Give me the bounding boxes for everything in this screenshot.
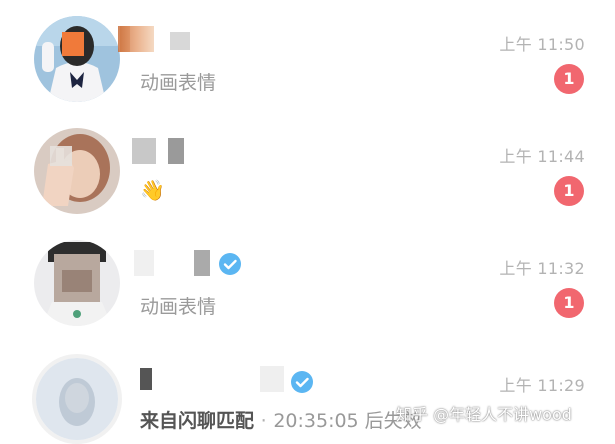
message-time: 上午 11:44 (499, 147, 585, 166)
avatar[interactable] (32, 354, 122, 444)
avatar[interactable] (34, 240, 120, 326)
verified-icon (290, 370, 314, 394)
preview-separator: · (260, 410, 267, 432)
contact-name (132, 138, 200, 166)
avatar[interactable] (34, 128, 120, 214)
unread-badge: 1 (554, 176, 584, 206)
chat-list: 上午 11:50 动画表情 1 上午 11:44 👋 1 上午 11:32 动画… (0, 0, 615, 444)
message-time: 上午 11:50 (499, 35, 585, 54)
chat-row[interactable]: 上午 11:32 动画表情 1 (0, 224, 615, 336)
avatar[interactable] (34, 16, 120, 102)
message-time: 上午 11:29 (499, 376, 585, 395)
verified-icon (218, 252, 242, 276)
chat-row[interactable]: 上午 11:44 👋 1 (0, 112, 615, 224)
message-preview: 动画表情 (140, 72, 217, 94)
contact-name (134, 250, 250, 278)
message-preview: 来自闪聊匹配 · 20:35:05 后失效 (140, 406, 422, 433)
unread-badge: 1 (554, 64, 584, 94)
preview-source: 来自闪聊匹配 (140, 410, 255, 432)
waving-hand-icon: 👋 (140, 178, 165, 202)
message-time: 上午 11:32 (499, 259, 585, 278)
message-preview: 动画表情 (140, 296, 217, 318)
contact-name (118, 26, 200, 54)
unread-badge: 1 (554, 288, 584, 318)
chat-row[interactable]: 上午 11:50 动画表情 1 (0, 0, 615, 112)
contact-name (140, 366, 313, 394)
watermark: 知乎 @年轻人不讲wood (396, 405, 572, 424)
